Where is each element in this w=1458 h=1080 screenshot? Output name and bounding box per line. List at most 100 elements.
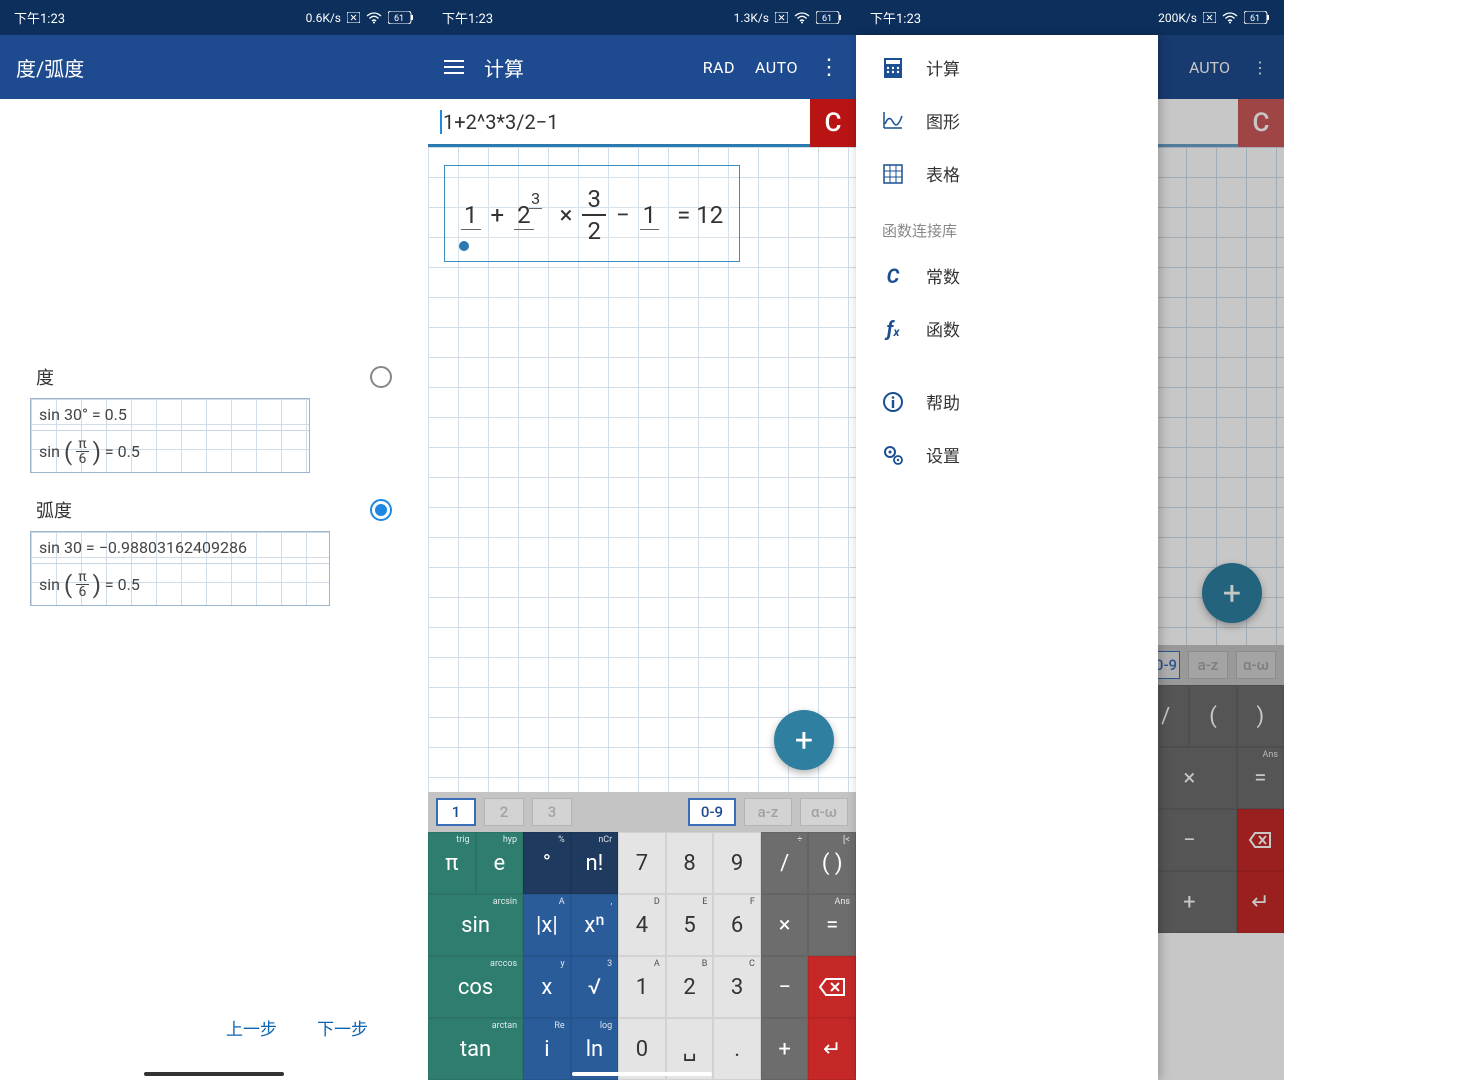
drawer-item-constants[interactable]: C 常数 (856, 249, 1158, 302)
svg-text:61: 61 (822, 14, 832, 24)
kbd-tab-greek[interactable]: α-ω (800, 798, 848, 826)
status-bar: 下午1:23 200K/s 61 (856, 0, 1284, 35)
key-dot[interactable]: . (713, 1018, 761, 1080)
add-fab[interactable]: + (774, 710, 834, 770)
prev-button[interactable]: 上一步 (226, 1015, 277, 1040)
key-1[interactable]: 1A (618, 956, 666, 1018)
example-row: sin ( π 6 ) = 0.5 (31, 431, 309, 472)
key-8[interactable]: 8 (666, 832, 714, 894)
net-speed: 0.6K/s (306, 11, 341, 25)
key-0[interactable]: 0 (618, 1018, 666, 1080)
key-degree[interactable]: °% (523, 832, 571, 894)
drawer-label: 表格 (926, 161, 960, 186)
drawer-label: 帮助 (926, 389, 960, 414)
info-icon (882, 391, 904, 413)
drawer-item-graph[interactable]: 图形 (856, 94, 1158, 147)
key-plus[interactable]: + (761, 1018, 809, 1080)
key-5[interactable]: 5E (666, 894, 714, 956)
drawer-item-settings[interactable]: 设置 (856, 428, 1158, 481)
key-multiply[interactable]: × (761, 894, 809, 956)
result-box[interactable]: 1 + 23 × 3 2 − 1 = 12 (444, 165, 740, 262)
key-4[interactable]: 4D (618, 894, 666, 956)
key-6[interactable]: 6F (713, 894, 761, 956)
kbd-tab-3[interactable]: 3 (532, 798, 572, 826)
backspace-icon (818, 977, 846, 997)
fraction: π 6 (76, 437, 88, 466)
screen-drawer: 下午1:23 200K/s 61 AUTO ⋮ C + 0-9 a-z α-ω (856, 0, 1284, 1080)
option-degrees[interactable]: 度 sin 30° = 0.5 sin ( π 6 ) = 0.5 (30, 364, 398, 473)
key-parens[interactable]: ( )[< (808, 832, 856, 894)
graph-icon (882, 110, 904, 132)
screen-calculator: 下午1:23 1.3K/s 61 计算 RAD AUTO ⋮ 1+2^3*3/2… (428, 0, 856, 1080)
page-title: 计算 (484, 53, 683, 82)
key-3[interactable]: 3C (713, 956, 761, 1018)
result-value: = 12 (677, 201, 723, 229)
key-x[interactable]: xy (523, 956, 571, 1018)
fraction: π 6 (76, 570, 88, 599)
net-speed: 200K/s (1158, 11, 1197, 25)
kbd-tab-1[interactable]: 1 (436, 798, 476, 826)
close-x-icon (1203, 12, 1216, 23)
home-indicator[interactable] (144, 1072, 284, 1076)
drawer-item-functions[interactable]: ƒx 函数 (856, 302, 1158, 355)
app-bar: 度/弧度 (0, 35, 428, 99)
keyboard: 1 2 3 0-9 a-z α-ω πtrig ehyp °% n!nCr 7 … (428, 792, 856, 1080)
drawer-backdrop[interactable] (1158, 35, 1284, 1080)
key-2[interactable]: 2B (666, 956, 714, 1018)
constant-icon: C (882, 264, 904, 288)
status-time: 下午1:23 (870, 8, 921, 27)
auto-toggle[interactable]: AUTO (755, 58, 798, 77)
key-cos[interactable]: cosarccos (428, 956, 523, 1018)
overflow-menu-icon[interactable]: ⋮ (818, 55, 840, 80)
expression-input[interactable]: 1+2^3*3/2−1 (428, 99, 810, 147)
calculator-icon (882, 57, 904, 79)
status-bar: 下午1:23 0.6K/s 61 (0, 0, 428, 35)
svg-text:61: 61 (1250, 14, 1260, 24)
content-area: 度 sin 30° = 0.5 sin ( π 6 ) = 0.5 (0, 99, 428, 1080)
app-bar: 计算 RAD AUTO ⋮ (428, 35, 856, 99)
key-enter[interactable]: ↵ (808, 1018, 856, 1080)
key-minus[interactable]: − (761, 956, 809, 1018)
key-abs[interactable]: |x|A (523, 894, 571, 956)
key-factorial[interactable]: n!nCr (571, 832, 619, 894)
key-7[interactable]: 7 (618, 832, 666, 894)
wifi-icon (794, 12, 810, 24)
gear-icon (882, 444, 904, 466)
key-equals[interactable]: =Ans (808, 894, 856, 956)
radio-radians[interactable] (370, 499, 392, 521)
key-i[interactable]: iRe (523, 1018, 571, 1080)
key-sin[interactable]: sinarcsin (428, 894, 523, 956)
radio-degrees[interactable] (370, 366, 392, 388)
menu-icon[interactable] (444, 60, 464, 74)
key-space[interactable]: ␣ (666, 1018, 714, 1080)
key-sqrt[interactable]: √3 (571, 956, 619, 1018)
fraction: 3 2 (582, 186, 606, 245)
work-area[interactable]: 1 + 23 × 3 2 − 1 = 12 + (428, 147, 856, 792)
key-pi[interactable]: πtrig (428, 832, 476, 894)
cursor-handle[interactable] (459, 241, 469, 251)
net-speed: 1.3K/s (734, 11, 769, 25)
key-backspace[interactable] (808, 956, 856, 1018)
key-power[interactable]: xⁿ, (571, 894, 619, 956)
status-indicators: 0.6K/s 61 (306, 11, 414, 25)
option-label: 弧度 (36, 497, 72, 523)
kbd-tab-2[interactable]: 2 (484, 798, 524, 826)
drawer-item-help[interactable]: 帮助 (856, 375, 1158, 428)
key-tan[interactable]: tanarctan (428, 1018, 523, 1080)
key-e[interactable]: ehyp (476, 832, 524, 894)
kbd-tab-az[interactable]: a-z (744, 798, 792, 826)
key-divide[interactable]: /÷ (761, 832, 809, 894)
drawer-item-calc[interactable]: 计算 (856, 41, 1158, 94)
key-ln[interactable]: lnlog (571, 1018, 619, 1080)
clear-button[interactable]: C (810, 99, 856, 147)
option-radians[interactable]: 弧度 sin 30 = −0.98803162409286 sin ( π 6 … (30, 497, 398, 606)
home-indicator[interactable] (572, 1072, 712, 1076)
drawer-label: 图形 (926, 108, 960, 133)
battery-icon: 61 (816, 11, 842, 24)
rad-toggle[interactable]: RAD (703, 58, 735, 77)
key-9[interactable]: 9 (713, 832, 761, 894)
drawer-item-table[interactable]: 表格 (856, 147, 1158, 200)
wifi-icon (366, 12, 382, 24)
next-button[interactable]: 下一步 (317, 1015, 368, 1040)
kbd-tab-09[interactable]: 0-9 (688, 798, 736, 826)
